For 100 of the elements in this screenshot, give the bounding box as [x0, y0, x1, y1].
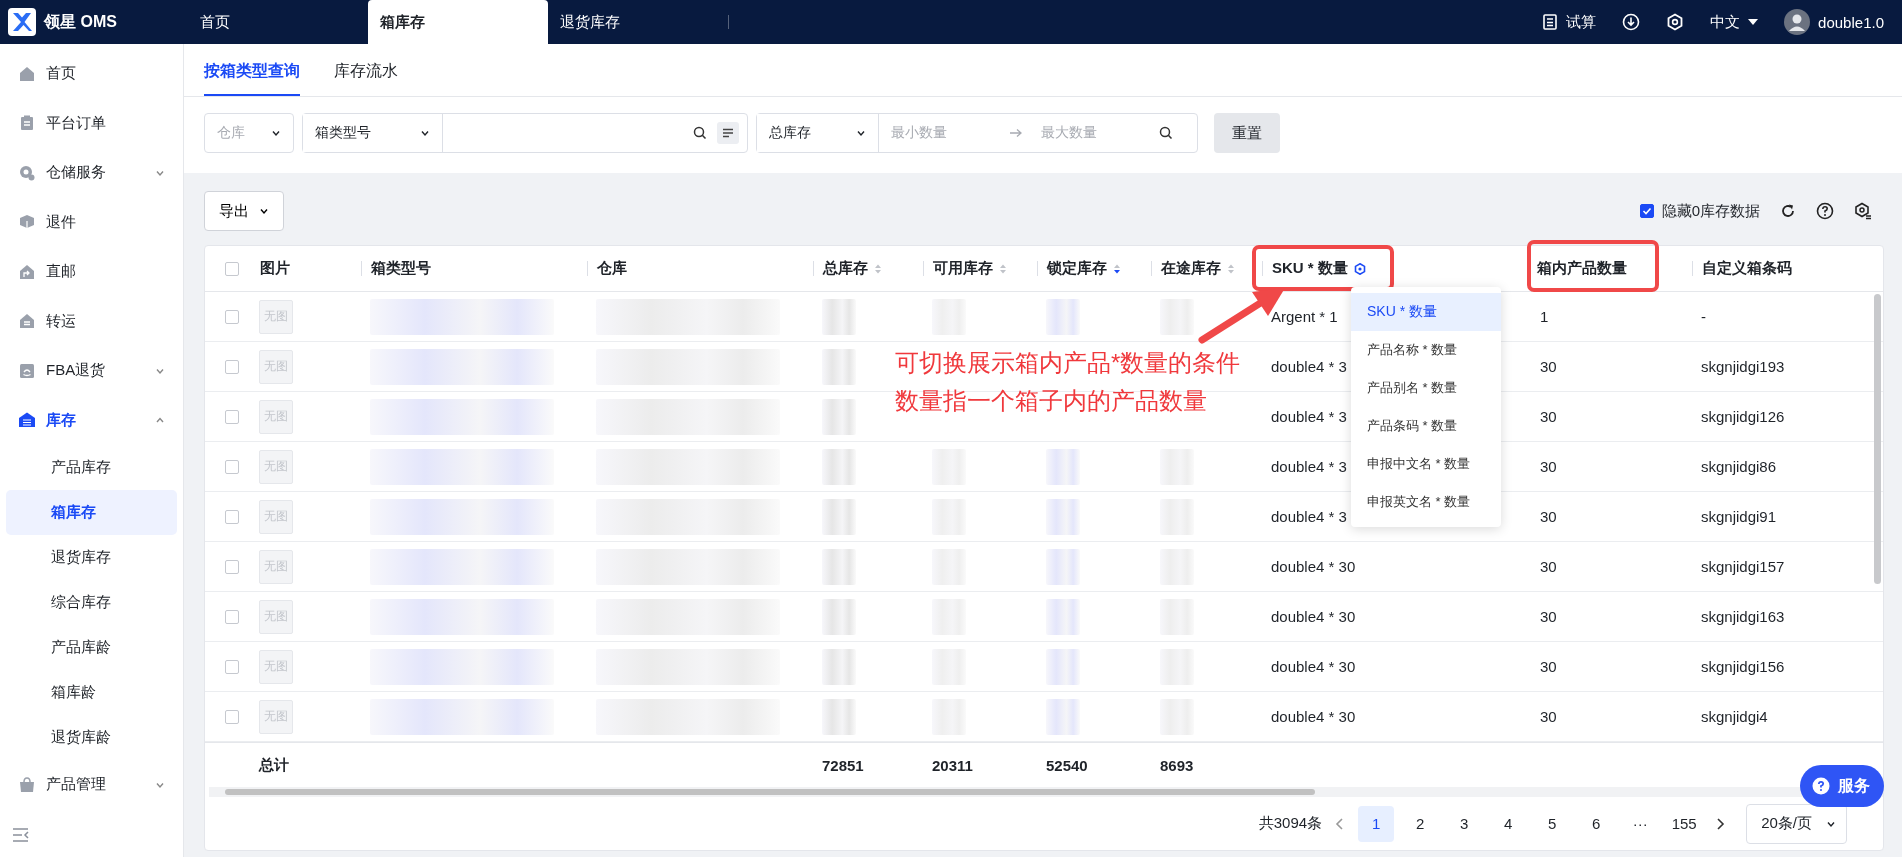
page-button[interactable]: 5: [1534, 805, 1571, 842]
page-button[interactable]: 4: [1490, 805, 1527, 842]
page-button[interactable]: 6: [1578, 805, 1615, 842]
table-cell: skgnjidgi91: [1701, 508, 1777, 525]
menu-item[interactable]: SKU * 数量: [1351, 293, 1501, 331]
chevron-down-icon: [259, 206, 269, 216]
redacted-block: [1046, 648, 1080, 685]
table-cell: skgnjidgi163: [1701, 608, 1785, 625]
menu-item[interactable]: 申报中文名 * 数量: [1351, 445, 1501, 483]
redacted-block: [822, 698, 856, 735]
table-cell: 30: [1540, 658, 1557, 675]
sidebar-item[interactable]: 产品管理: [0, 760, 183, 810]
collapse-menu-icon[interactable]: [12, 827, 30, 843]
scrollbar[interactable]: [1874, 294, 1881, 584]
service-button[interactable]: 服务: [1800, 765, 1884, 807]
table-cell: skgnjidgi156: [1701, 658, 1785, 675]
language-select[interactable]: 中文: [1710, 12, 1759, 32]
redacted-block: [822, 548, 856, 585]
column-header: 自定义箱条码: [1702, 259, 1792, 278]
sort-icon[interactable]: [1113, 262, 1121, 275]
page-button[interactable]: 3: [1446, 805, 1483, 842]
arrow-right-icon: [1009, 128, 1023, 138]
table-cell: 30: [1540, 558, 1557, 575]
sidebar-subitem[interactable]: 综合库存: [6, 580, 177, 625]
help-icon[interactable]: [1816, 202, 1834, 220]
user-name[interactable]: double1.0: [1818, 13, 1884, 31]
table-cell: 1: [1540, 308, 1549, 325]
redacted-block: [1046, 448, 1080, 485]
table-cell: 30: [1540, 708, 1557, 725]
chevron-down-icon: [856, 128, 866, 138]
settings-icon[interactable]: [1353, 262, 1366, 275]
settings-icon[interactable]: [1666, 13, 1685, 31]
sidebar-item[interactable]: 仓储服务: [0, 148, 183, 198]
checkbox-label[interactable]: 隐藏0库存数据: [1661, 201, 1760, 221]
table-cell: 30: [1540, 458, 1557, 475]
calculator-icon[interactable]: [1542, 14, 1559, 30]
redacted-block: [822, 398, 856, 435]
page-tab[interactable]: 首页: [188, 0, 368, 44]
download-icon[interactable]: [1622, 13, 1641, 31]
sidebar-item[interactable]: 退件: [0, 197, 183, 247]
column-header: 图片: [260, 259, 290, 278]
annotation-text: 可切换展示箱内产品*数量的条件: [895, 348, 1241, 378]
sidebar-item[interactable]: 首页: [0, 49, 183, 99]
page-button[interactable]: 155: [1666, 805, 1703, 842]
menu-item[interactable]: 产品别名 * 数量: [1351, 369, 1501, 407]
redacted-block: [822, 648, 856, 685]
reset-button[interactable]: 重置: [1214, 113, 1280, 153]
page-tab[interactable]: 退货库存: [548, 0, 728, 44]
page-tab[interactable]: 箱库存: [368, 0, 548, 44]
total-value: 8693: [1160, 756, 1194, 774]
column-header: 箱内产品数量: [1537, 259, 1627, 278]
sidebar-subitem[interactable]: 产品库龄: [6, 625, 177, 670]
chevron-down-icon: [271, 128, 281, 138]
scrollbar[interactable]: [225, 789, 1315, 795]
page-button[interactable]: 1: [1358, 805, 1395, 842]
help-icon: [1812, 777, 1830, 795]
refresh-icon[interactable]: [1780, 203, 1796, 219]
menu-item[interactable]: 产品名称 * 数量: [1351, 331, 1501, 369]
table-cell: double4 * 30: [1271, 708, 1356, 725]
total-label: 总计: [259, 755, 289, 775]
column-settings-icon[interactable]: [1854, 202, 1872, 220]
menu-item[interactable]: 申报英文名 * 数量: [1351, 483, 1501, 521]
column-header: SKU * 数量: [1272, 259, 1348, 278]
total-count: 共3094条: [1258, 814, 1323, 833]
table-cell: double4 * 3: [1271, 508, 1347, 525]
table-cell: skgnjidgi86: [1701, 458, 1777, 475]
house-arrow-icon: [18, 262, 36, 281]
page-button[interactable]: 2: [1402, 805, 1439, 842]
table-cell: skgnjidgi157: [1701, 558, 1785, 575]
sidebar-item[interactable]: 平台订单: [0, 98, 183, 148]
table-cell: double4 * 3: [1271, 408, 1347, 425]
sidebar-item[interactable]: 库存: [0, 395, 183, 445]
table-cell: Argent * 1: [1271, 308, 1338, 325]
stock-type-select[interactable]: 总库存: [757, 114, 879, 152]
table-cell: double4 * 3: [1271, 358, 1347, 375]
redacted-block: [822, 448, 856, 485]
warehouse-icon: [18, 411, 36, 430]
calc-link[interactable]: 试算: [1566, 12, 1597, 32]
page-size-select[interactable]: 20条/页: [1746, 803, 1847, 844]
table-cell: skgnjidgi193: [1701, 358, 1785, 375]
redacted-block: [1046, 698, 1080, 735]
total-value: 52540: [1046, 756, 1088, 774]
sidebar-item[interactable]: 直邮: [0, 247, 183, 297]
sidebar-item[interactable]: FBA退货: [0, 346, 183, 396]
redacted-block: [1046, 598, 1080, 635]
tab[interactable]: 库存流水: [334, 61, 398, 96]
export-button[interactable]: 导出: [204, 191, 284, 231]
avatar-icon[interactable]: [1784, 9, 1811, 35]
sidebar-subitem[interactable]: 退货库龄: [6, 715, 177, 760]
search-icon[interactable]: [1159, 126, 1173, 140]
sidebar-item[interactable]: 转运: [0, 296, 183, 346]
sidebar-subitem[interactable]: 退货库存: [6, 535, 177, 580]
page-ellipsis[interactable]: ···: [1622, 805, 1659, 842]
table-cell: 30: [1540, 358, 1557, 375]
sidebar-subitem[interactable]: 产品库存: [6, 445, 177, 490]
table-cell: double4 * 30: [1271, 608, 1356, 625]
sidebar-subitem[interactable]: 箱库存: [6, 490, 177, 535]
menu-item[interactable]: 产品条码 * 数量: [1351, 407, 1501, 445]
sidebar-subitem[interactable]: 箱库龄: [6, 670, 177, 715]
checkbox[interactable]: [1639, 204, 1654, 218]
